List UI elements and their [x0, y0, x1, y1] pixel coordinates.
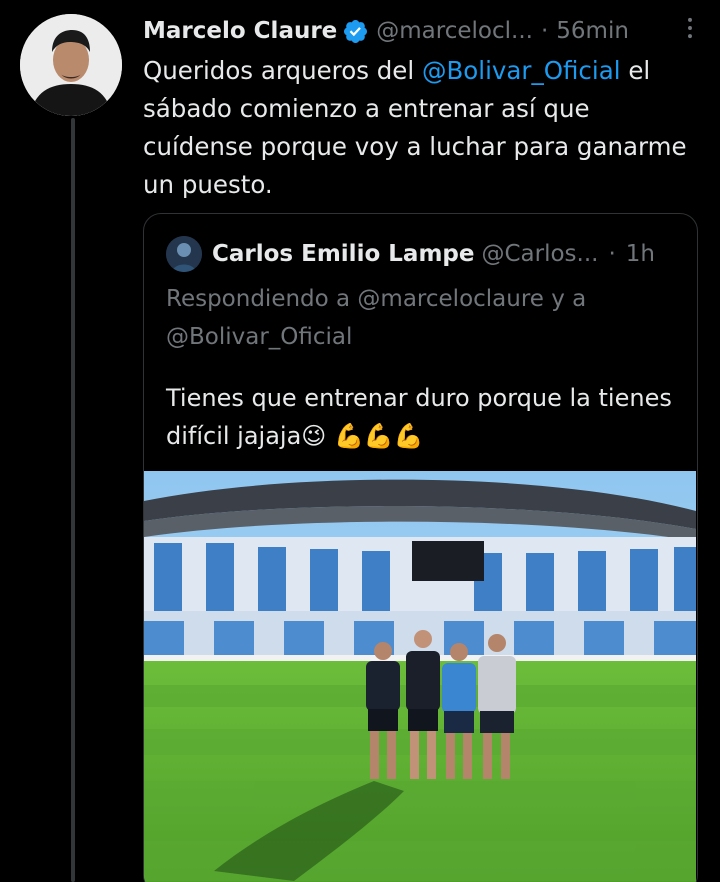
avatar[interactable]: [20, 14, 122, 116]
quoted-separator-dot: ·: [608, 241, 616, 267]
tweet-header: Marcelo Claure @marcelocl... · 56min: [143, 10, 703, 52]
separator-dot: ·: [540, 18, 549, 44]
mention-link[interactable]: @Bolivar_Oficial: [422, 56, 621, 85]
quoted-author-name[interactable]: Carlos Emilio Lampe: [212, 241, 474, 267]
tweet-text-start: Queridos arqueros del: [143, 56, 422, 85]
quoted-tweet-text: Tienes que entrenar duro porque la tiene…: [166, 384, 672, 450]
stadium-photo-image: [144, 471, 696, 882]
more-options-icon[interactable]: [677, 15, 703, 41]
timestamp[interactable]: 56min: [556, 18, 629, 44]
quoted-tweet[interactable]: Carlos Emilio Lampe @Carlos... · 1h Resp…: [143, 213, 698, 882]
quoted-author-handle[interactable]: @Carlos...: [481, 241, 598, 267]
replying-to-label: Respondiendo a @marceloclaure y a @Boliv…: [166, 286, 587, 350]
tweet-text: Queridos arqueros del @Bolivar_Oficial e…: [143, 52, 703, 204]
thread-connector-line: [71, 118, 75, 882]
quoted-avatar[interactable]: [166, 236, 202, 272]
tweet[interactable]: Marcelo Claure @marcelocl... · 56min Que…: [143, 10, 703, 204]
verified-badge-icon: [342, 18, 369, 45]
avatar-photo: [20, 14, 122, 116]
quoted-timestamp[interactable]: 1h: [626, 241, 655, 267]
author-name[interactable]: Marcelo Claure: [143, 18, 337, 44]
quoted-tweet-header: Carlos Emilio Lampe @Carlos... · 1h: [166, 234, 681, 274]
stadium-photo[interactable]: [144, 471, 696, 882]
author-handle[interactable]: @marcelocl...: [376, 18, 533, 44]
